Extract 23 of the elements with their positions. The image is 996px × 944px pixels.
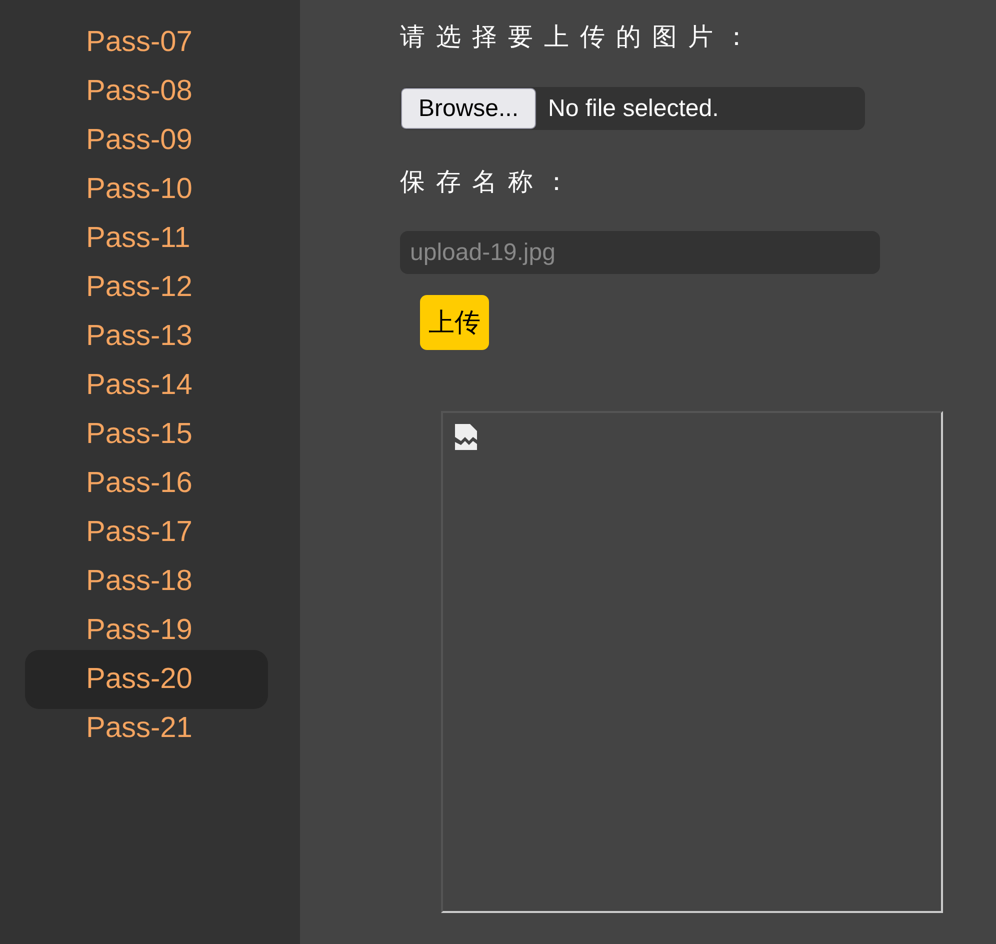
sidebar-item[interactable]: Pass-10 bbox=[30, 165, 263, 214]
sidebar-item[interactable]: Pass-15 bbox=[30, 410, 263, 459]
browse-button[interactable]: Browse... bbox=[401, 88, 536, 129]
upload-button[interactable]: 上传 bbox=[420, 295, 489, 350]
broken-image-icon bbox=[454, 423, 480, 451]
sidebar-item[interactable]: Pass-18 bbox=[30, 557, 263, 606]
file-status: No file selected. bbox=[548, 94, 719, 122]
name-input[interactable]: upload-19.jpg bbox=[400, 231, 880, 274]
sidebar-item[interactable]: Pass-11 bbox=[30, 214, 263, 263]
sidebar-item[interactable]: Pass-17 bbox=[30, 508, 263, 557]
file-input[interactable]: Browse... No file selected. bbox=[400, 87, 865, 130]
sidebar-item[interactable]: Pass-19 bbox=[30, 606, 263, 655]
field-label: 保存名称： bbox=[400, 167, 581, 198]
sidebar-item[interactable]: Pass-07 bbox=[30, 18, 263, 67]
sidebar-item[interactable]: Pass-16 bbox=[30, 459, 263, 508]
sidebar-item[interactable]: Pass-12 bbox=[30, 263, 263, 312]
field-label: 请选择要上传的图片： bbox=[400, 22, 761, 53]
sidebar-item[interactable]: Pass-20 bbox=[30, 655, 263, 704]
sidebar-item[interactable]: Pass-13 bbox=[30, 312, 263, 361]
sidebar-item[interactable]: Pass-09 bbox=[30, 116, 263, 165]
sidebar-item[interactable]: Pass-08 bbox=[30, 67, 263, 116]
sidebar-item[interactable]: Pass-21 bbox=[30, 704, 263, 753]
sidebar-item[interactable]: Pass-14 bbox=[30, 361, 263, 410]
